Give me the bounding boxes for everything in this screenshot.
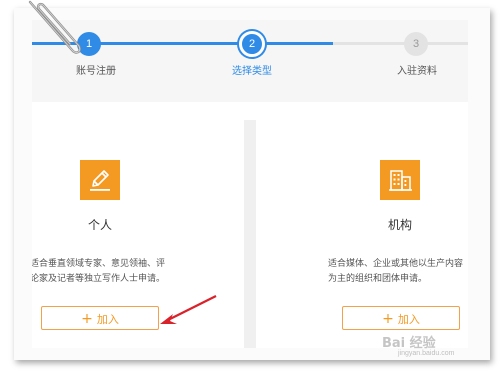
step-2-label: 选择类型 [232, 66, 272, 77]
personal-type-title: 个人 [87, 218, 113, 232]
registration-page: 1 2 3 账号注册 选择类型 入驻资料 个人 适合垂直领域专家、意见领袖、评 … [32, 20, 468, 348]
screenshot-frame: 1 2 3 账号注册 选择类型 入驻资料 个人 适合垂直领域专家、意见领袖、评 … [0, 0, 500, 375]
annotation-arrow-icon [160, 295, 217, 324]
organization-type-description: 适合媒体、企业或其他以生产内容 为主的组织和团体申请。 [328, 257, 463, 287]
join-personal-button[interactable]: + 加入 [41, 306, 159, 330]
paperclip-icon [28, 0, 81, 54]
building-icon [380, 160, 420, 200]
section-gap [32, 102, 468, 120]
watermark-url: jingyan.baidu.com [398, 350, 455, 357]
join-organization-label: 加入 [397, 313, 420, 326]
step-2-circle: 2 [239, 31, 265, 57]
plus-icon: + [382, 311, 394, 327]
organization-desc-line-2: 为主的组织和团体申请。 [328, 274, 428, 284]
step-3-label: 入驻资料 [397, 66, 437, 77]
progress-line-pending [333, 42, 468, 45]
join-organization-button[interactable]: + 加入 [342, 306, 460, 330]
step-1-label: 账号注册 [76, 66, 116, 77]
watermark-logo: Bai 经验 [382, 336, 436, 351]
organization-desc-line-1: 适合媒体、企业或其他以生产内容 [328, 259, 464, 269]
step-3-circle: 3 [404, 32, 428, 56]
step-progress-bar: 1 2 3 账号注册 选择类型 入驻资料 [32, 20, 468, 102]
join-personal-label: 加入 [96, 313, 119, 326]
personal-type-description: 适合垂直领域专家、意见领袖、评 论家及记者等独立写作人士申请。 [32, 257, 165, 287]
organization-type-title: 机构 [387, 218, 413, 232]
pencil-icon [80, 160, 120, 200]
personal-desc-line-2: 论家及记者等独立写作人士申请。 [32, 274, 166, 284]
plus-icon: + [81, 311, 93, 327]
personal-desc-line-1: 适合垂直领域专家、意见领袖、评 [32, 259, 166, 269]
card-divider [244, 120, 256, 348]
organization-type-card: 机构 适合媒体、企业或其他以生产内容 为主的组织和团体申请。 + 加入 [256, 120, 468, 348]
